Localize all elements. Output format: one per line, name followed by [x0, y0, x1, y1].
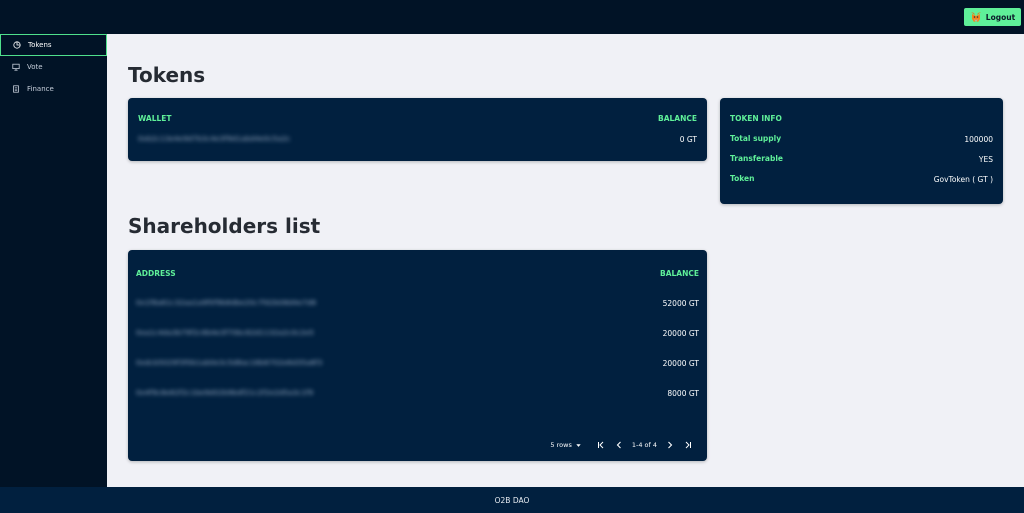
- total-supply-label: Total supply: [730, 134, 782, 143]
- last-page-button[interactable]: [679, 438, 697, 452]
- rows-per-page-value: 5 rows: [550, 441, 572, 449]
- wallet-balance: 0 GT: [679, 135, 697, 144]
- shareholder-address: 0x1f8a61c32aa1a9f0f9b8dbe20c7fd2b08d4e7d…: [136, 299, 317, 307]
- logout-button[interactable]: Logout: [964, 8, 1021, 26]
- shareholder-balance: 20000 GT: [662, 329, 699, 338]
- token-info-card: TOKEN INFO Total supply 100000 Transfera…: [720, 98, 1003, 204]
- sidebar-item-label: Tokens: [28, 41, 52, 49]
- last-page-icon: [685, 441, 691, 449]
- shareholders-title: Shareholders list: [128, 214, 321, 238]
- logout-label: Logout: [985, 12, 1016, 22]
- first-page-icon: [597, 441, 604, 449]
- sidebar-item-label: Vote: [27, 63, 43, 71]
- pie-chart-icon: [13, 41, 21, 49]
- shareholder-balance: 20000 GT: [662, 359, 699, 368]
- balance-header: BALANCE: [657, 114, 697, 123]
- footer-text: O2B DAO: [494, 495, 530, 505]
- next-page-button[interactable]: [661, 438, 679, 452]
- shareholder-address: 0xdcb5029f3f0b1ab0e3c5d8ac16b6702e6d35a8…: [136, 359, 323, 367]
- pagination: 5 rows 1-4 of 4: [550, 438, 697, 452]
- sidebar-item-finance[interactable]: Finance: [0, 78, 107, 100]
- shareholder-address: 0xa1c4da3b79f2c6b4e3f70bc62d1132a2c0c2e5: [136, 329, 314, 337]
- rows-per-page-select[interactable]: 5 rows: [550, 441, 581, 449]
- page-range: 1-4 of 4: [631, 441, 657, 449]
- metamask-fox-icon: [970, 12, 981, 22]
- sidebar: Tokens Vote Finance: [0, 34, 107, 487]
- prev-page-button[interactable]: [610, 438, 628, 452]
- shareholder-address: 0x4f9c8e82f2c1be9d02b9bdf21c2f2e2d5a3c1f…: [136, 389, 314, 397]
- shareholder-balance: 8000 GT: [667, 389, 699, 398]
- transferable-value: YES: [978, 155, 993, 164]
- monitor-icon: [12, 63, 20, 71]
- footer: O2B DAO: [0, 487, 1024, 513]
- balance-header: BALANCE: [659, 269, 699, 278]
- chevron-left-icon: [616, 441, 621, 449]
- top-bar: Logout: [0, 0, 1024, 34]
- token-label: Token: [730, 174, 755, 183]
- caret-down-icon: [576, 443, 581, 447]
- token-info-title: TOKEN INFO: [730, 114, 782, 123]
- shareholders-card: ADDRESS BALANCE 0x1f8a61c32aa1a9f0f9b8db…: [128, 250, 707, 461]
- first-page-button[interactable]: [592, 438, 610, 452]
- sidebar-item-tokens[interactable]: Tokens: [0, 34, 107, 56]
- wallet-header: WALLET: [138, 114, 172, 123]
- sidebar-item-vote[interactable]: Vote: [0, 56, 107, 78]
- token-value: GovToken ( GT ): [933, 175, 993, 184]
- page-title: Tokens: [128, 63, 206, 87]
- chevron-right-icon: [668, 441, 673, 449]
- address-header: ADDRESS: [136, 269, 176, 278]
- wallet-address: 0xb2c13e4e9d7b3c4e3f9d1abd4e0c5a2c: [138, 135, 291, 143]
- sidebar-item-label: Finance: [27, 85, 54, 93]
- transferable-label: Transferable: [730, 154, 783, 163]
- document-icon: [13, 85, 19, 93]
- shareholder-balance: 52000 GT: [662, 299, 699, 308]
- wallet-card: WALLET BALANCE 0xb2c13e4e9d7b3c4e3f9d1ab…: [128, 98, 707, 161]
- main-content: Tokens WALLET BALANCE 0xb2c13e4e9d7b3c4e…: [107, 34, 1024, 487]
- total-supply-value: 100000: [964, 135, 993, 144]
